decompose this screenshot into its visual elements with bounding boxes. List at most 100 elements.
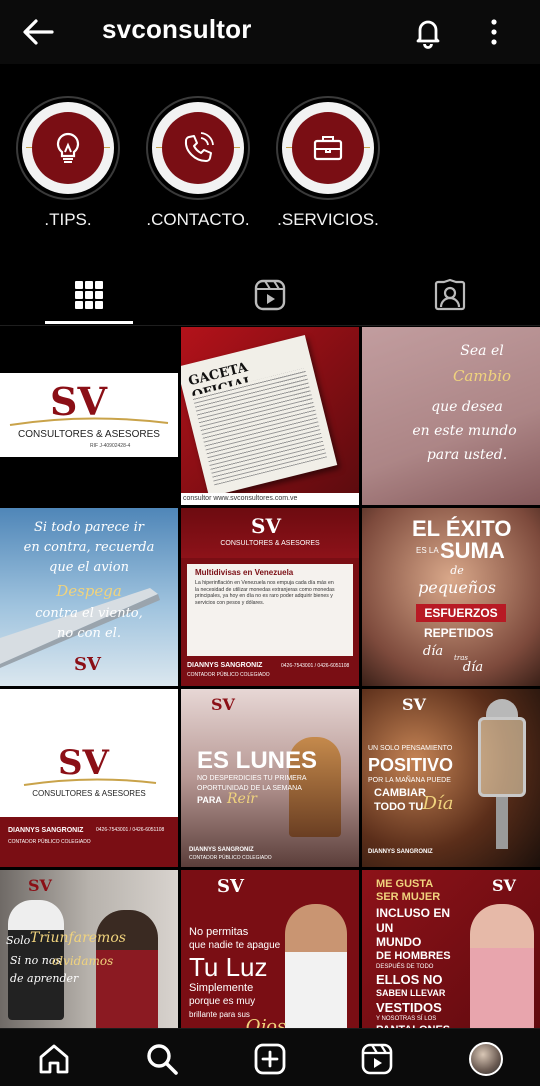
author-phone: 0426-7543001 / 0426-6051108 (281, 663, 350, 669)
post-caption-line: MUNDO (376, 935, 422, 949)
logo-swoosh (23, 778, 157, 786)
lightbulb-icon (56, 132, 80, 163)
highlight-cover (22, 102, 114, 194)
highlight-badge (32, 112, 104, 184)
post-caption-line: en contra, recuerda (23, 540, 155, 555)
post-caption-line: DESPUÉS DE TODO (376, 964, 434, 970)
brand-name: CONSULTORES & ASESORES (220, 540, 320, 547)
article-body: La hiperinflación en Venezuela nos empuj… (195, 580, 335, 606)
gazette-paper: GACETA OFICIAL (181, 335, 338, 497)
post-tile[interactable]: SV CONSULTORES & ASESORES DIANNYS SANGRO… (0, 689, 178, 867)
post-tile[interactable]: EL ÉXITO ES LA SUMA de pequeños ESFUERZO… (362, 508, 540, 686)
highlight-ring (276, 96, 380, 200)
post-caption-line: pequeños (418, 578, 496, 597)
post-caption-line: Sea el (460, 343, 504, 359)
highlight-tips[interactable]: .TIPS. (13, 96, 123, 230)
post-caption-line: ESFUERZOS (416, 604, 506, 622)
post-caption-line: TODO TU (374, 801, 424, 813)
post-footer-band: DIANNYS SANGRONIZ CONTADOR PÚBLICO COLEG… (0, 817, 178, 867)
post-tile[interactable]: Sea el Cambio que desea en este mundo pa… (362, 327, 540, 505)
post-caption-line: Simplemente (189, 982, 254, 994)
post-footer: consultor www.svconsultores.com.ve (181, 493, 359, 505)
post-tile[interactable]: SV No permitas que nadie te apague Tu Lu… (181, 870, 359, 1048)
posts-grid: SV CONSULTORES & ASESORES RIF J-40902428… (0, 327, 540, 1048)
reels-button[interactable] (355, 1037, 399, 1081)
search-icon (147, 1044, 178, 1075)
post-caption-line: Despega (56, 582, 122, 600)
post-caption-line: POSITIVO (368, 755, 454, 775)
highlight-cover (282, 102, 374, 194)
post-tile[interactable]: GACETA OFICIAL consultor www.svconsultor… (181, 327, 359, 505)
post-tile[interactable]: SV UN SOLO PENSAMIENTO POSITIVO POR LA M… (362, 689, 540, 867)
search-button[interactable] (140, 1037, 184, 1081)
bell-icon (416, 20, 440, 49)
notifications-button[interactable] (410, 14, 446, 50)
highlight-ring (146, 96, 250, 200)
grid-icon (75, 281, 103, 309)
post-tile[interactable]: SV ME GUSTA SER MUJER INCLUSO EN UN MUND… (362, 870, 540, 1048)
post-caption-line: Día (422, 793, 454, 814)
author-phone: 0426-7543001 / 0426-6051108 (96, 827, 165, 833)
post-caption-line: olvidamos (52, 954, 114, 968)
post-caption-line: que desea (431, 399, 503, 415)
post-caption-line: DE HOMBRES (376, 950, 451, 962)
back-button[interactable] (18, 14, 58, 50)
author-role: CONTADOR PÚBLICO COLEGIADO (187, 672, 270, 678)
story-highlights: .TIPS. .CONTACTO. .SERVICIOS. (0, 96, 540, 246)
highlight-contacto[interactable]: .CONTACTO. (143, 96, 253, 230)
post-caption-line: día (422, 644, 444, 659)
post-caption-line: POR LA MAÑANA PUEDE (368, 777, 451, 784)
highlight-servicios[interactable]: .SERVICIOS. (273, 96, 383, 230)
sv-logo: SV (492, 876, 516, 895)
author-name: DIANNYS SANGRONIZ (8, 827, 84, 834)
profile-button[interactable] (464, 1037, 508, 1081)
post-caption-line: porque es muy (189, 996, 256, 1007)
reels-icon (361, 1043, 393, 1075)
article-panel: Multidivisas en Venezuela La hiperinflac… (187, 564, 353, 656)
post-caption-line: ME GUSTA (376, 878, 434, 890)
highlight-cover (152, 102, 244, 194)
street-lamp (474, 699, 530, 849)
post-caption-line: UN (376, 921, 394, 935)
top-bar: svconsultor (0, 0, 540, 64)
arrow-left-icon (23, 19, 54, 45)
post-caption-line: REPETIDOS (424, 626, 494, 640)
post-tile[interactable]: SV CONSULTORES & ASESORES RIF J-40902428… (0, 327, 178, 505)
tab-grid[interactable] (44, 266, 134, 324)
logo-swoosh (9, 417, 169, 426)
home-icon (39, 1044, 69, 1074)
author-role: CONTADOR PÚBLICO COLEGIADO (8, 839, 91, 845)
author-name: DIANNYS SANGRONIZ (189, 847, 254, 853)
post-caption-line: ES LUNES (197, 747, 318, 774)
more-options-button[interactable] (482, 14, 506, 50)
bottom-navigation (0, 1028, 540, 1086)
sv-logo: SV (28, 876, 52, 895)
woman-figure (285, 904, 347, 1048)
phone-icon (184, 132, 214, 162)
highlight-label: .SERVICIOS. (277, 210, 379, 229)
post-caption-line: que el avion (49, 560, 129, 575)
post-caption-line: SER MUJER (376, 891, 441, 903)
post-caption-line: UN SOLO PENSAMIENTO (368, 745, 453, 752)
active-tab-indicator (45, 321, 133, 324)
avatar (469, 1042, 503, 1076)
post-tile[interactable]: Si todo parece ir en contra, recuerda qu… (0, 508, 178, 686)
tab-tagged[interactable] (405, 266, 495, 324)
post-header: SV CONSULTORES & ASESORES (181, 508, 359, 558)
post-caption-line: Cambio (452, 367, 512, 385)
post-tile[interactable]: SV ES LUNES NO DESPERDICIES TU PRIMERA O… (181, 689, 359, 867)
post-caption-line: VESTIDOS (376, 1000, 442, 1015)
home-button[interactable] (32, 1037, 76, 1081)
post-caption-line: Si todo parece ir (34, 520, 144, 535)
post-caption-line: NO DESPERDICIES TU PRIMERA (197, 775, 307, 782)
create-button[interactable] (248, 1037, 292, 1081)
profile-tabs (0, 266, 540, 326)
profile-username: svconsultor (102, 14, 252, 44)
highlight-label: .CONTACTO. (146, 210, 250, 229)
post-caption-line: para usted. (426, 447, 508, 463)
post-caption-line: No permitas (189, 926, 249, 938)
post-tile[interactable]: SV CONSULTORES & ASESORES Multidivisas e… (181, 508, 359, 686)
tab-reels[interactable] (225, 266, 315, 324)
post-caption-line: que nadie te apague (189, 940, 281, 951)
post-tile[interactable]: SV Solo Triunfaremos Si no nos olvidamos… (0, 870, 178, 1048)
